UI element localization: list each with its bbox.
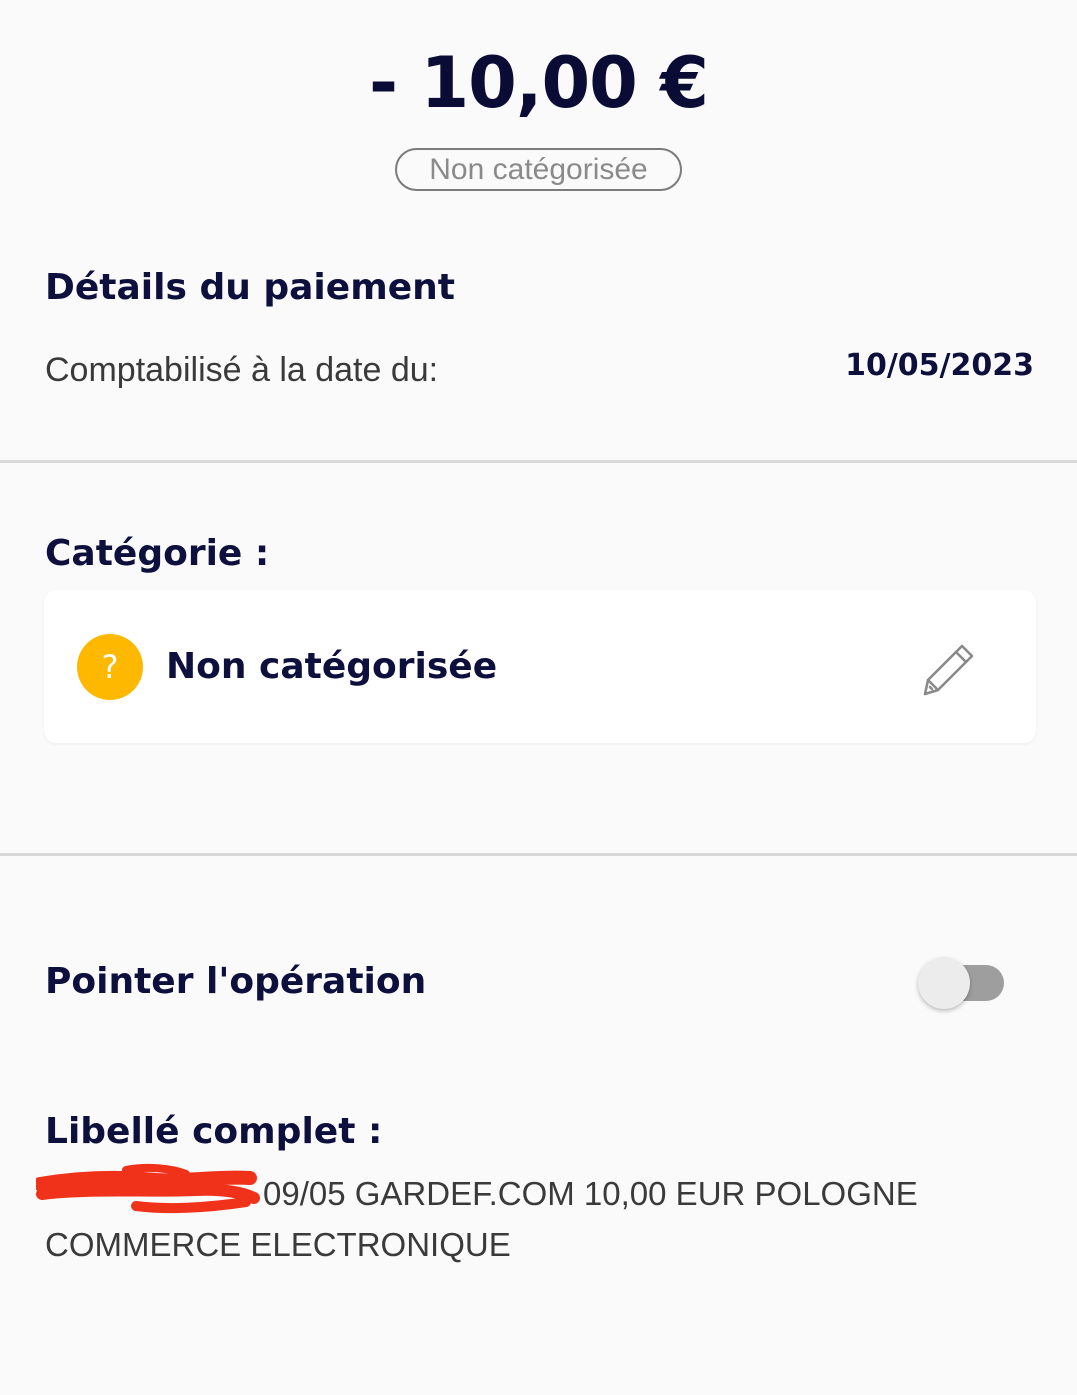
question-icon: ? <box>77 634 143 700</box>
payment-details-heading: Détails du paiement <box>45 267 455 308</box>
pointer-operation-label: Pointer l'opération <box>45 961 427 1002</box>
category-card[interactable]: ? Non catégorisée <box>44 590 1036 743</box>
section-divider <box>0 853 1077 856</box>
booked-date-value: 10/05/2023 <box>845 348 1034 383</box>
category-badge: Non catégorisée <box>395 148 682 191</box>
category-name: Non catégorisée <box>166 646 498 687</box>
full-label-heading: Libellé complet : <box>45 1111 383 1152</box>
category-heading: Catégorie : <box>45 533 270 574</box>
toggle-thumb <box>918 957 970 1009</box>
pencil-icon[interactable] <box>916 636 980 700</box>
redaction-scribble <box>36 1163 260 1214</box>
pointer-operation-toggle[interactable] <box>918 955 1006 1011</box>
booked-date-label: Comptabilisé à la date du: <box>45 351 439 389</box>
section-divider <box>0 460 1077 463</box>
transaction-amount: - 10,00 € <box>369 42 709 124</box>
